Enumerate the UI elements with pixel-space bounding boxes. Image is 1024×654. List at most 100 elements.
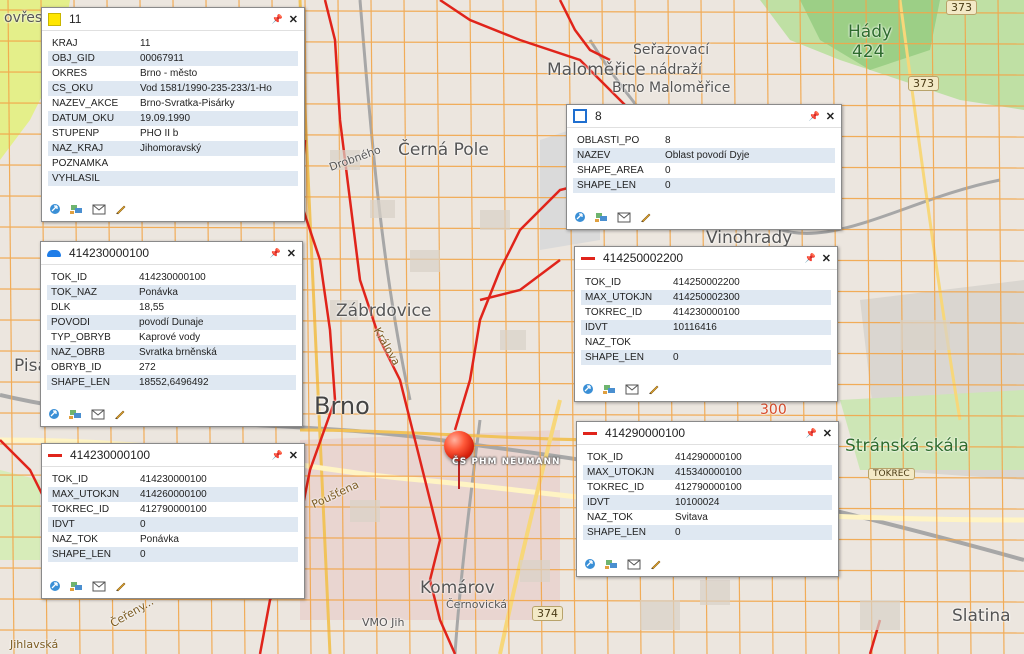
attribute-value: 272: [139, 362, 156, 373]
attribute-value: Vod 1581/1990-235-233/1-Ho: [136, 81, 298, 96]
table-row: SHAPE_LEN 18552,6496492: [47, 375, 296, 390]
attribute-name: TOK_ID: [587, 452, 623, 463]
popup-header[interactable]: 414230000100 📌 ✕: [42, 444, 304, 467]
attribute-value: 412790000100: [140, 504, 207, 515]
attribute-value: 414290000100: [675, 452, 742, 463]
popup-toolbar: [573, 211, 653, 223]
attribute-value: Brno - město: [140, 68, 198, 79]
pin-icon[interactable]: 📌: [270, 248, 281, 259]
zoom-to-icon[interactable]: [583, 558, 597, 570]
table-row: IDVT 0: [48, 517, 298, 532]
attribute-table: TOK_ID 414230000100 MAX_UTOKJN 414260000100…: [48, 472, 298, 562]
road-badge-373-top: 373: [946, 0, 977, 15]
popup-oblast-8[interactable]: 8 📌 ✕ OBLASTI_PO 8 NAZEV Oblast povodí Dyje SHA…: [566, 104, 842, 230]
map-label-vinohrady: Vinohrady: [706, 228, 793, 248]
popup-header[interactable]: 8 📌 ✕: [567, 105, 841, 128]
attribute-name: NAZ_OBRB: [47, 345, 135, 360]
map-label-komarov: Komárov: [420, 578, 495, 598]
pencil-icon[interactable]: [113, 408, 127, 420]
zoom-to-icon[interactable]: [573, 211, 587, 223]
layer-symbol-blue-line-icon: [47, 249, 61, 257]
email-icon[interactable]: [625, 383, 639, 395]
map-label-nadrazi: nádraží: [650, 62, 702, 78]
map-label-hady-elevation: 424: [852, 42, 885, 62]
attribute-value: [669, 335, 831, 350]
layers-icon[interactable]: [69, 408, 83, 420]
pin-icon[interactable]: 📌: [806, 428, 817, 439]
attribute-name: SHAPE_LEN: [573, 178, 661, 193]
layers-icon[interactable]: [605, 558, 619, 570]
attribute-value: [136, 156, 298, 171]
attribute-name: TOK_ID: [52, 474, 88, 485]
layers-icon[interactable]: [595, 211, 609, 223]
popup-header[interactable]: 11 📌 ✕: [42, 8, 304, 31]
email-icon[interactable]: [92, 203, 106, 215]
table-row: NAZEV_AKCE Brno-Svratka-Pisárky: [48, 96, 298, 111]
road-number-300: 300: [760, 402, 787, 418]
popup-toolbar: [583, 558, 663, 570]
road-badge-374: 374: [532, 606, 563, 621]
table-row: NAZEV Oblast povodí Dyje: [573, 148, 835, 163]
close-icon[interactable]: ✕: [822, 252, 831, 265]
zoom-to-icon[interactable]: [48, 580, 62, 592]
attribute-name: VYHLASIL: [48, 171, 136, 186]
pin-icon[interactable]: 📌: [272, 14, 283, 25]
table-row: POVODI povodí Dunaje: [47, 315, 296, 330]
popup-toolbar: [48, 203, 128, 215]
attribute-name: NAZ_TOK: [585, 337, 631, 348]
road-badge-373: 373: [908, 76, 939, 91]
close-icon[interactable]: ✕: [826, 110, 835, 123]
table-row: SHAPE_LEN 0: [573, 178, 835, 193]
zoom-to-icon[interactable]: [48, 203, 62, 215]
table-row: OBJ_GID 00067911: [48, 51, 298, 66]
pin-icon[interactable]: 📌: [805, 253, 816, 264]
attribute-name: KRAJ: [52, 38, 78, 49]
map-label-cerna-pole: Černá Pole: [398, 140, 489, 160]
table-row: TOK_ID 414230000100: [48, 472, 298, 487]
close-icon[interactable]: ✕: [289, 13, 298, 26]
popup-tok-414250002200[interactable]: 414250002200 📌 ✕ TOK_ID 414250002200 MAX_UTOK…: [574, 246, 838, 402]
layer-symbol-red-line-icon: [583, 431, 597, 435]
layer-symbol-yellow-icon: [48, 12, 61, 26]
attribute-name: POVODI: [47, 315, 135, 330]
email-icon[interactable]: [617, 211, 631, 223]
popup-kraj-11[interactable]: 11 📌 ✕ KRAJ 11 OBJ_GID 00067911 OKRES Brno - měs…: [41, 7, 305, 222]
layers-icon[interactable]: [70, 580, 84, 592]
table-row: DLK 18,55: [47, 300, 296, 315]
email-icon[interactable]: [627, 558, 641, 570]
popup-tok-414230000100-blue[interactable]: 414230000100 📌 ✕ TOK_ID 414230000100 TOK_NAZ P…: [40, 241, 303, 427]
email-icon[interactable]: [92, 580, 106, 592]
attribute-value: [136, 171, 298, 186]
attribute-value: povodí Dunaje: [135, 315, 296, 330]
popup-toolbar: [48, 580, 128, 592]
pencil-icon[interactable]: [647, 383, 661, 395]
attribute-value: Brno-Svratka-Pisárky: [140, 98, 235, 109]
popup-tok-414230000100-red[interactable]: 414230000100 📌 ✕ TOK_ID 414230000100 MAX_UTOK…: [41, 443, 305, 599]
layers-icon[interactable]: [70, 203, 84, 215]
attribute-name: IDVT: [583, 495, 671, 510]
popup-header[interactable]: 414290000100 📌 ✕: [577, 422, 838, 445]
attribute-name: TYP_OBRYB: [51, 332, 111, 343]
layer-symbol-blue-square-icon: [573, 109, 587, 123]
pencil-icon[interactable]: [649, 558, 663, 570]
pin-icon[interactable]: 📌: [272, 450, 283, 461]
zoom-to-icon[interactable]: [581, 383, 595, 395]
pencil-icon[interactable]: [114, 203, 128, 215]
layer-symbol-red-line-icon: [581, 256, 595, 260]
pin-icon[interactable]: 📌: [809, 111, 820, 122]
popup-header[interactable]: 414230000100 📌 ✕: [41, 242, 302, 265]
popup-title: 414290000100: [605, 426, 686, 440]
close-icon[interactable]: ✕: [289, 449, 298, 462]
zoom-to-icon[interactable]: [47, 408, 61, 420]
attribute-value: 10100024: [671, 495, 832, 510]
popup-tok-414290000100[interactable]: 414290000100 📌 ✕ TOK_ID 414290000100 MAX_UTOK…: [576, 421, 839, 577]
layers-icon[interactable]: [603, 383, 617, 395]
close-icon[interactable]: ✕: [287, 247, 296, 260]
email-icon[interactable]: [91, 408, 105, 420]
close-icon[interactable]: ✕: [823, 427, 832, 440]
pencil-icon[interactable]: [639, 211, 653, 223]
pencil-icon[interactable]: [114, 580, 128, 592]
attribute-table: KRAJ 11 OBJ_GID 00067911 OKRES Brno - město CS…: [48, 36, 298, 186]
popup-header[interactable]: 414250002200 📌 ✕: [575, 247, 837, 270]
attribute-name: TOKREC_ID: [585, 307, 643, 318]
